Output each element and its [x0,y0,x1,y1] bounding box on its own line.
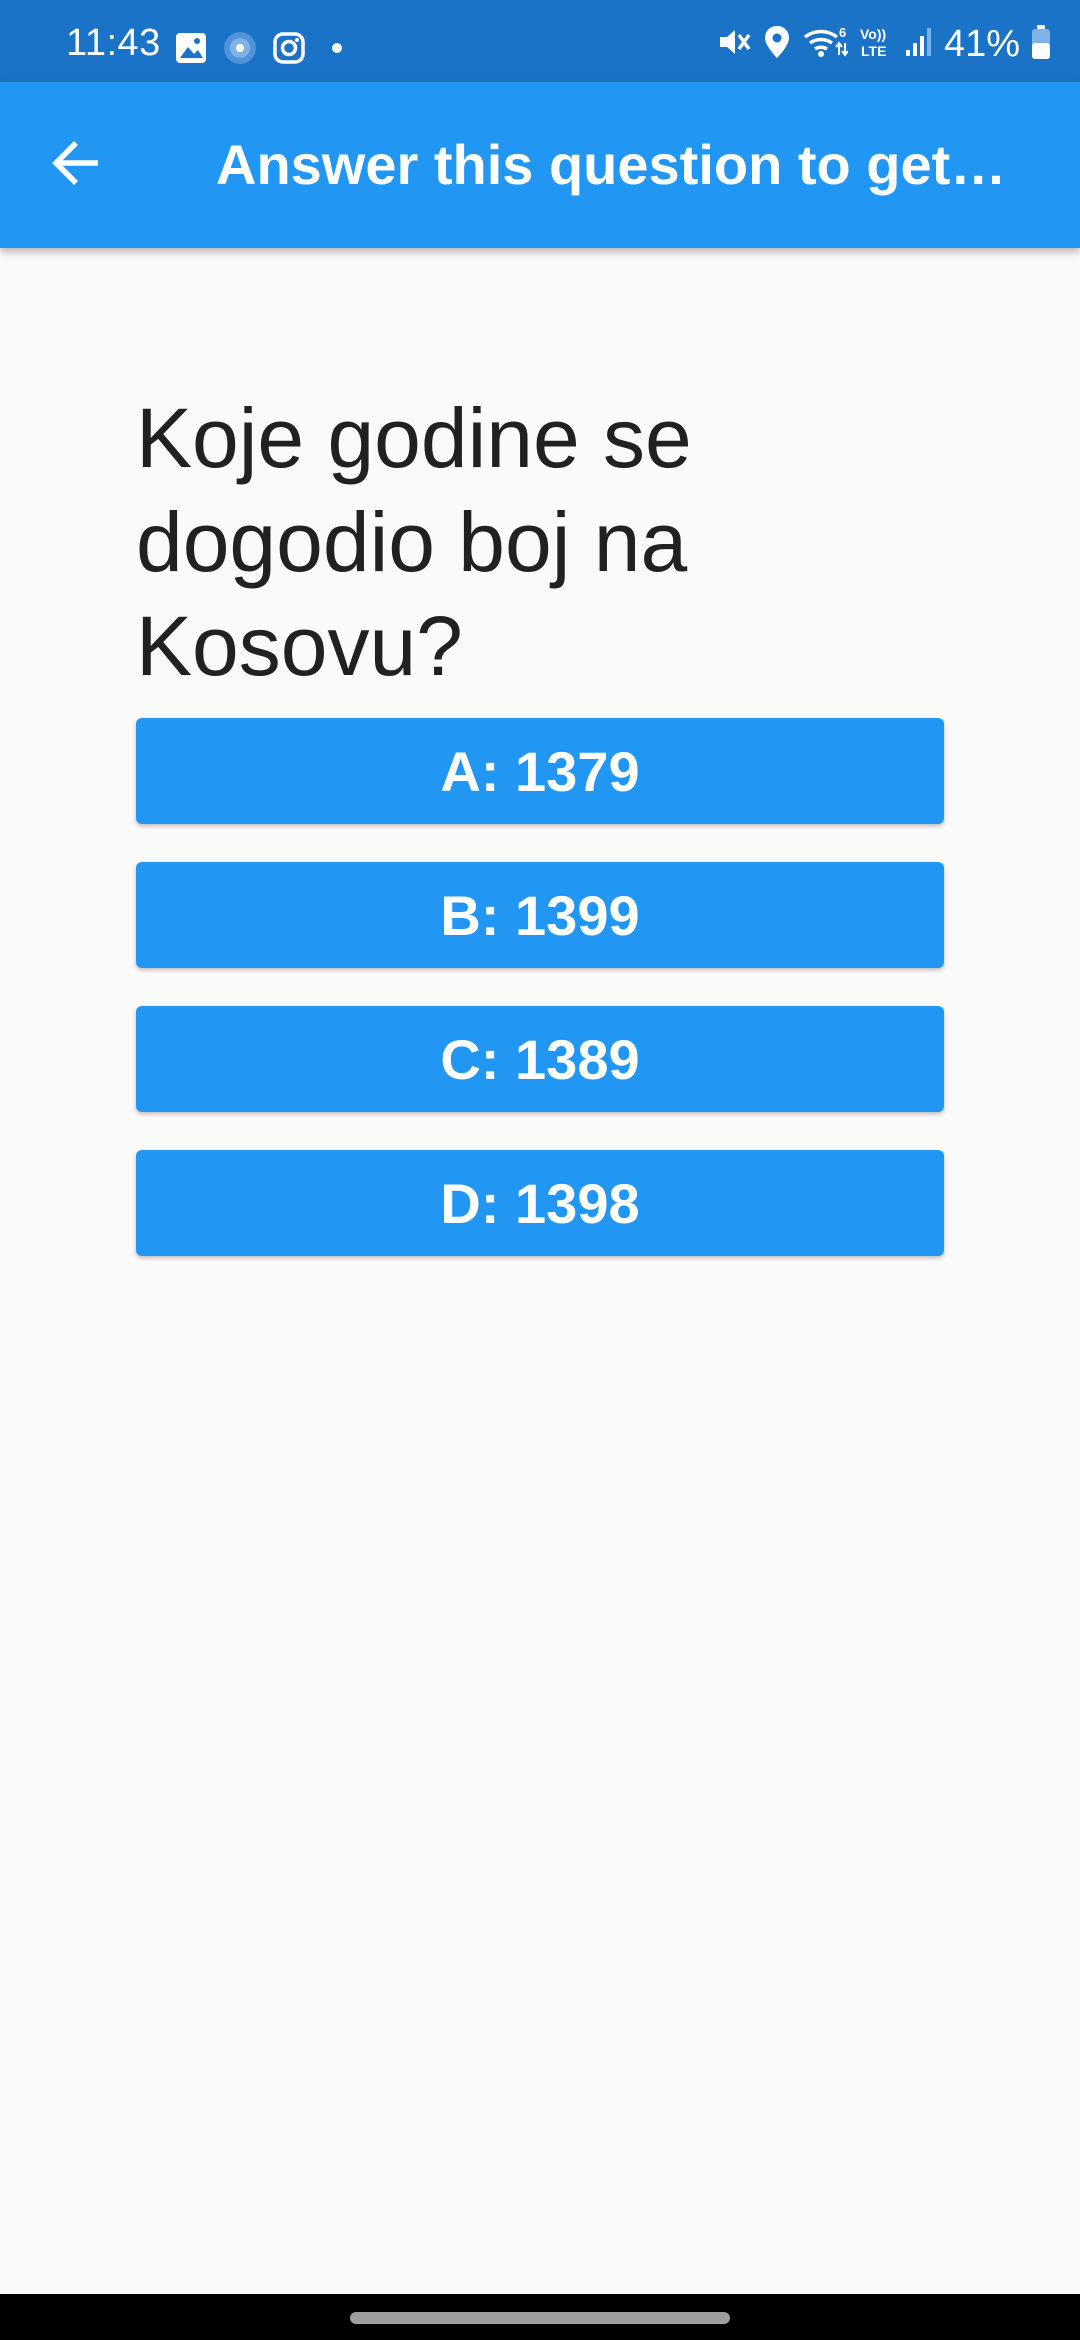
arrow-back-icon [48,135,104,196]
wifi-6-icon: 6 [802,23,849,66]
battery-percent: 41% [943,23,1020,65]
question-text: Koje godine se dogodio boj na Kosovu? [136,391,692,693]
status-time: 11:43 [66,22,161,64]
location-icon [762,24,792,65]
battery-icon [1030,23,1052,66]
answer-d-button[interactable]: D: 1398 [136,1150,944,1256]
svg-text:6: 6 [839,25,846,40]
answer-a-button[interactable]: A: 1379 [136,718,944,824]
page-title: Answer this question to get … [216,133,1016,196]
home-gesture-handle[interactable] [350,2312,730,2324]
notification-dot-icon [320,31,354,70]
signal-icon [904,24,934,65]
answer-c-button[interactable]: C: 1389 [136,1006,944,1112]
back-button[interactable] [34,123,118,207]
app-bar: Answer this question to get … [0,82,1080,248]
status-system-icons: 6 Vo)) LTE 41% [716,22,1052,66]
svg-text:Vo)): Vo)) [860,26,886,42]
mute-icon [716,24,752,65]
status-bar: 11:43 6 Vo)) LTE 41% [0,0,1080,82]
quiz-screen: 11:43 6 Vo)) LTE 41% Answer this questio… [0,0,1080,2340]
gallery-icon [174,31,208,70]
volte-icon: Vo)) LTE [858,24,894,65]
radio-dot-icon [222,30,258,71]
svg-text:LTE: LTE [861,43,886,59]
status-notification-icons [174,30,354,70]
instagram-icon [272,31,306,70]
navigation-bar [0,2294,1080,2340]
answer-b-button[interactable]: B: 1399 [136,862,944,968]
